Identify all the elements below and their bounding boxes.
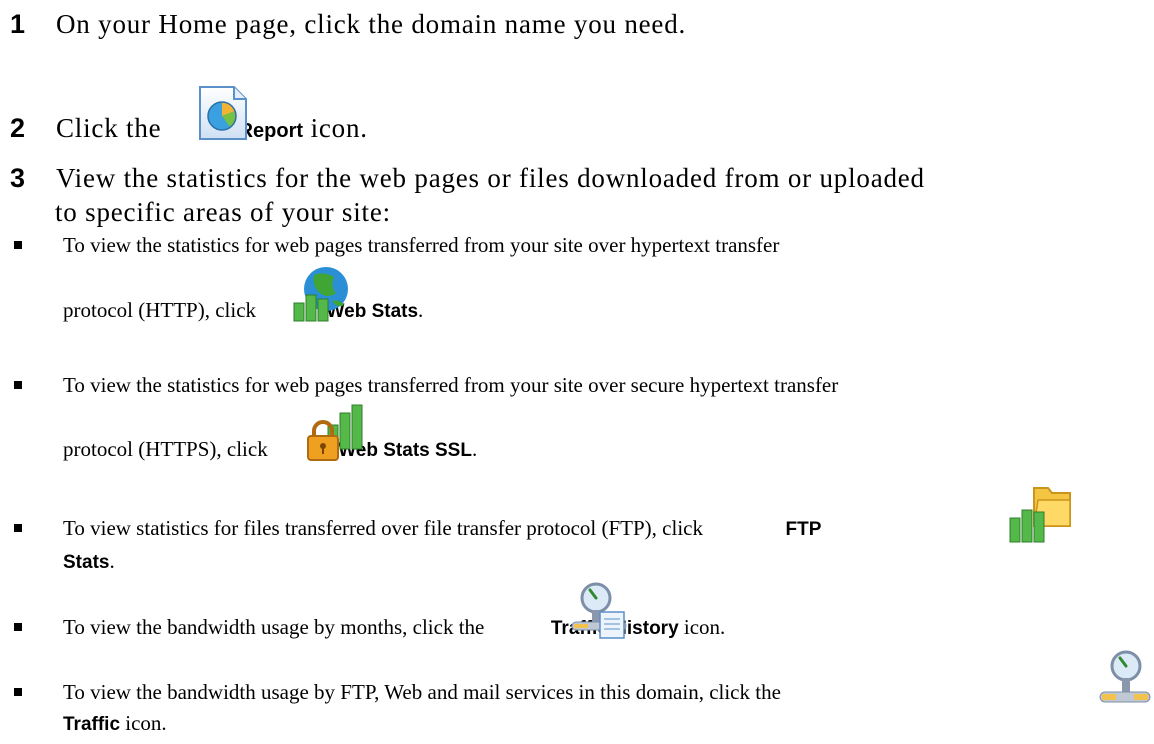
bullet-marker	[14, 241, 22, 249]
traffic-history-icon	[571, 582, 627, 639]
step-text-before: Click the	[56, 113, 162, 143]
web-stats-icon	[293, 267, 348, 322]
bullet-text-after: icon.	[125, 711, 167, 735]
step-3-line2: to specific areas of your site:	[55, 197, 391, 227]
bullet-3-line2: Stats.	[63, 546, 115, 578]
bullet-text: To view the bandwidth usage by months, c…	[63, 615, 485, 639]
bullet-marker	[14, 524, 22, 532]
bullet-3-line1: To view statistics for files transferred…	[63, 513, 821, 545]
step-number: 1	[10, 9, 26, 39]
bullet-text-after: icon.	[683, 615, 726, 639]
bullet-1-line2: protocol (HTTP), click Web Stats.	[63, 295, 423, 327]
ftp-stats-icon	[1009, 487, 1071, 543]
ftp-stats-label-part2: Stats	[63, 552, 110, 573]
web-stats-ssl-icon	[307, 404, 363, 461]
step-3: 3 View the statistics for the web pages o…	[10, 160, 925, 196]
bullet-2-line2: protocol (HTTPS), click Web Stats SSL.	[63, 434, 477, 466]
ftp-stats-label-part1: FTP	[785, 519, 822, 540]
traffic-label: Traffic	[63, 714, 121, 735]
traffic-icon	[1099, 650, 1151, 703]
bullet-2-line1: To view the statistics for web pages tra…	[63, 373, 839, 397]
step-number: 3	[10, 163, 26, 193]
bullet-text: protocol (HTTPS), click	[63, 437, 268, 461]
bullet-text-after: .	[418, 298, 424, 322]
bullet-marker	[14, 623, 22, 631]
step-number: 2	[10, 113, 26, 143]
report-icon	[199, 86, 247, 140]
step-text-line1: View the statistics for the web pages or…	[56, 163, 925, 193]
bullet-text: protocol (HTTP), click	[63, 298, 257, 322]
bullet-text-after: .	[109, 549, 115, 573]
bullet-5-line2: Traffic icon.	[63, 708, 167, 740]
bullet-marker	[14, 688, 22, 696]
bullet-5-line1: To view the bandwidth usage by FTP, Web …	[63, 680, 781, 704]
step-1: 1 On your Home page, click the domain nam…	[10, 6, 686, 42]
bullet-marker	[14, 381, 22, 389]
bullet-1-line1: To view the statistics for web pages tra…	[63, 233, 780, 257]
step-text: On your Home page, click the domain name…	[56, 9, 687, 39]
bullet-text: To view statistics for files transferred…	[63, 516, 703, 540]
bullet-text-after: .	[471, 437, 478, 461]
step-2: 2 Click the Report icon.	[10, 110, 368, 149]
step-text-after: icon.	[310, 113, 368, 143]
